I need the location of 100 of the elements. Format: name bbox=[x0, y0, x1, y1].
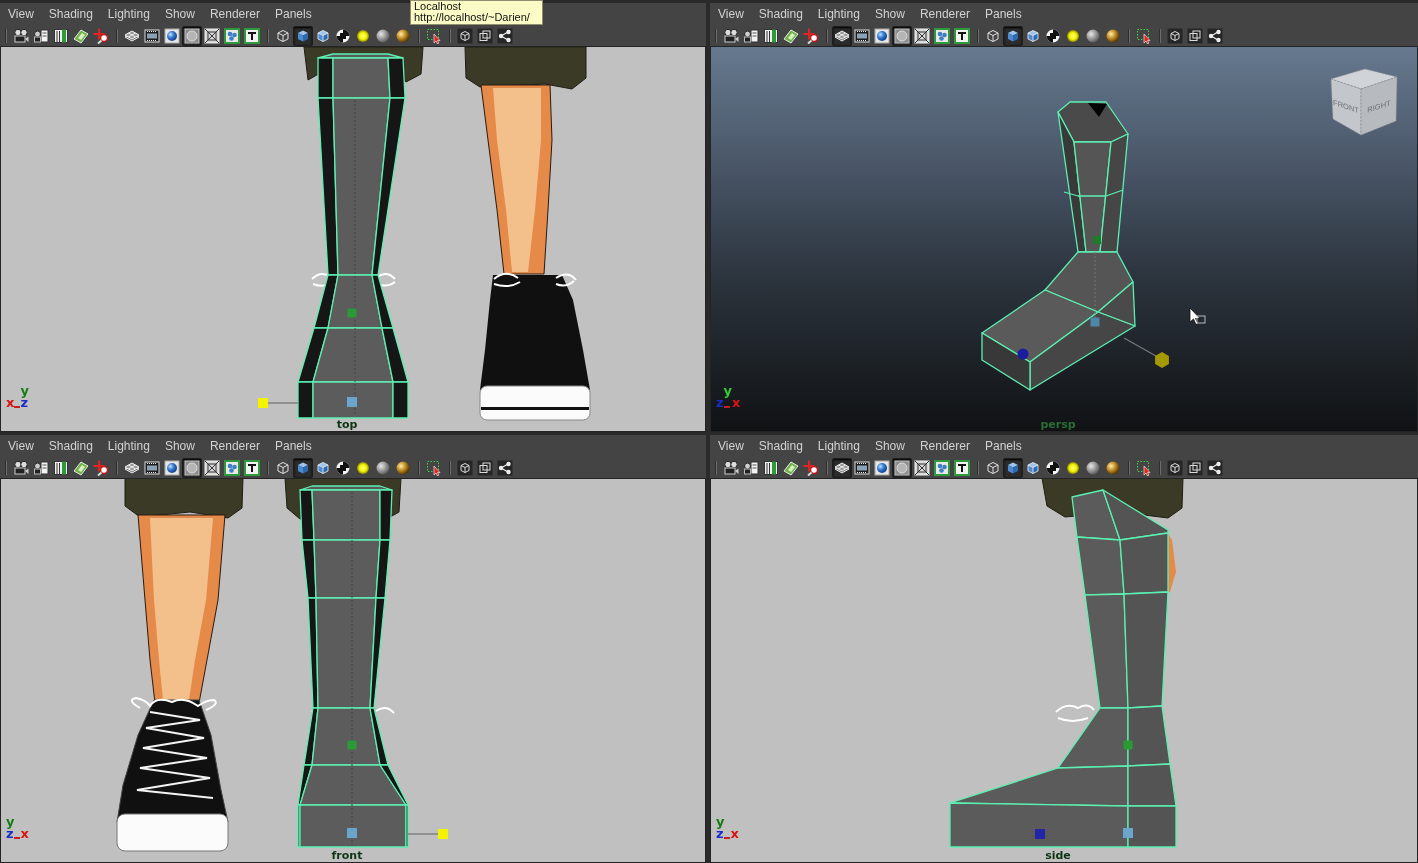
menu-item[interactable]: Renderer bbox=[209, 439, 260, 453]
outlined-cube-icon bbox=[315, 27, 331, 44]
crosshair-magnifier-icon bbox=[93, 27, 109, 44]
camera-icon bbox=[723, 459, 739, 476]
toolbar-button[interactable] bbox=[832, 457, 852, 478]
toolbar-button[interactable] bbox=[242, 25, 262, 46]
toolbar-button[interactable] bbox=[182, 457, 202, 478]
wireframe-cube-icon bbox=[275, 27, 291, 44]
toolbar-button[interactable] bbox=[872, 457, 892, 478]
menu-item[interactable]: Lighting bbox=[107, 7, 150, 21]
toolbar-button[interactable] bbox=[832, 25, 852, 46]
matte-sphere-icon bbox=[1085, 459, 1101, 476]
viewport[interactable]: y z x side bbox=[710, 478, 1418, 863]
menu-item[interactable]: Show bbox=[164, 439, 195, 453]
toolbar-button[interactable] bbox=[293, 25, 313, 46]
letter-t-icon bbox=[954, 459, 970, 476]
axis-label: y bbox=[716, 816, 725, 828]
menu-item[interactable]: Renderer bbox=[919, 7, 970, 21]
pivot-marker-icon bbox=[1123, 828, 1133, 838]
menu-item[interactable]: View bbox=[8, 439, 34, 453]
toolbar-button[interactable] bbox=[932, 457, 952, 478]
menu-item[interactable]: Shading bbox=[48, 439, 93, 453]
menu-item[interactable]: Show bbox=[164, 7, 195, 21]
menu-item[interactable]: View bbox=[718, 439, 744, 453]
menu-item[interactable]: Panels bbox=[274, 7, 312, 21]
menu-item[interactable]: Lighting bbox=[107, 439, 150, 453]
book-icon bbox=[53, 27, 69, 44]
manipulator-handle[interactable] bbox=[407, 829, 448, 839]
axis-label: z bbox=[6, 828, 15, 840]
dots-icon bbox=[934, 459, 950, 476]
toolbar-button[interactable] bbox=[162, 457, 182, 478]
view-cube-icon[interactable] bbox=[1330, 68, 1398, 136]
axis-label: z bbox=[716, 828, 725, 840]
glowing-sphere-icon bbox=[1065, 459, 1081, 476]
menu-item[interactable]: Panels bbox=[984, 439, 1022, 453]
pivot-marker-icon bbox=[1017, 348, 1029, 360]
marquee-cursor-icon bbox=[1136, 459, 1152, 476]
wireframe-cube-icon bbox=[275, 459, 291, 476]
cursor-icon bbox=[1189, 307, 1206, 325]
menu-item[interactable]: Renderer bbox=[919, 439, 970, 453]
toolbar-button[interactable] bbox=[222, 25, 242, 46]
glossy-sphere-icon bbox=[395, 27, 411, 44]
toolbar-button[interactable] bbox=[952, 457, 972, 478]
manipulator-handle[interactable] bbox=[258, 398, 299, 408]
toolbar-button[interactable] bbox=[242, 457, 262, 478]
toolbar-button[interactable] bbox=[892, 25, 912, 46]
toolbar-button[interactable] bbox=[912, 457, 932, 478]
menu-item[interactable]: Renderer bbox=[209, 7, 260, 21]
menu-item[interactable]: Panels bbox=[274, 439, 312, 453]
book-icon bbox=[53, 459, 69, 476]
menu-item[interactable]: View bbox=[8, 7, 34, 21]
x-frame-icon bbox=[204, 27, 220, 44]
axis-label: y bbox=[723, 385, 733, 397]
wireframe-cube-icon bbox=[985, 27, 1001, 44]
menu-item[interactable]: Lighting bbox=[817, 439, 860, 453]
toolbar-button[interactable] bbox=[1003, 457, 1023, 478]
tooltip-line: Localhost bbox=[414, 1, 463, 12]
pivot-marker-icon bbox=[1123, 740, 1133, 750]
manipulator-handle[interactable] bbox=[1123, 337, 1169, 368]
pivot-marker-icon bbox=[347, 397, 357, 407]
toolbar-button[interactable] bbox=[202, 457, 222, 478]
pivot-marker-icon bbox=[1090, 317, 1100, 327]
viewport[interactable]: y z x front bbox=[0, 478, 706, 863]
glowing-sphere-icon bbox=[1065, 27, 1081, 44]
tilted-frame-icon bbox=[783, 459, 799, 476]
menu-item[interactable]: Show bbox=[874, 439, 905, 453]
menu-item[interactable]: Show bbox=[874, 7, 905, 21]
letter-t-icon bbox=[244, 27, 260, 44]
toolbar-button[interactable] bbox=[912, 25, 932, 46]
toolbar-button[interactable] bbox=[222, 457, 242, 478]
toolbar-button[interactable] bbox=[952, 25, 972, 46]
crosshair-magnifier-icon bbox=[803, 459, 819, 476]
checker-sphere-icon bbox=[1045, 27, 1061, 44]
axis-label: y bbox=[6, 816, 15, 828]
toolbar-button[interactable] bbox=[892, 457, 912, 478]
film-strip-icon bbox=[854, 27, 870, 44]
toolbar-button[interactable] bbox=[162, 25, 182, 46]
menu-item[interactable]: View bbox=[718, 7, 744, 21]
toolbar-button[interactable] bbox=[932, 25, 952, 46]
menu-item[interactable]: Shading bbox=[758, 7, 803, 21]
letter-t-icon bbox=[244, 459, 260, 476]
toolbar-button[interactable] bbox=[872, 25, 892, 46]
axis-label: x bbox=[732, 397, 741, 409]
camera-label: top bbox=[336, 419, 358, 431]
pivot-marker-icon bbox=[1035, 829, 1045, 839]
menu-item[interactable]: Shading bbox=[758, 439, 803, 453]
axis-label: x bbox=[730, 828, 739, 840]
tilted-frame-icon bbox=[73, 27, 89, 44]
viewport[interactable]: y x z top bbox=[0, 46, 706, 432]
overlapping-squares-icon bbox=[1187, 27, 1203, 44]
toolbar-button[interactable] bbox=[182, 25, 202, 46]
menu-item[interactable]: Lighting bbox=[817, 7, 860, 21]
toolbar-button[interactable] bbox=[1003, 25, 1023, 46]
crosshair-magnifier-icon bbox=[93, 459, 109, 476]
toolbar-button[interactable] bbox=[202, 25, 222, 46]
checker-sphere-icon bbox=[1045, 459, 1061, 476]
menu-item[interactable]: Panels bbox=[984, 7, 1022, 21]
toolbar-button[interactable] bbox=[293, 457, 313, 478]
menu-item[interactable]: Shading bbox=[48, 7, 93, 21]
camera-icon bbox=[13, 27, 29, 44]
